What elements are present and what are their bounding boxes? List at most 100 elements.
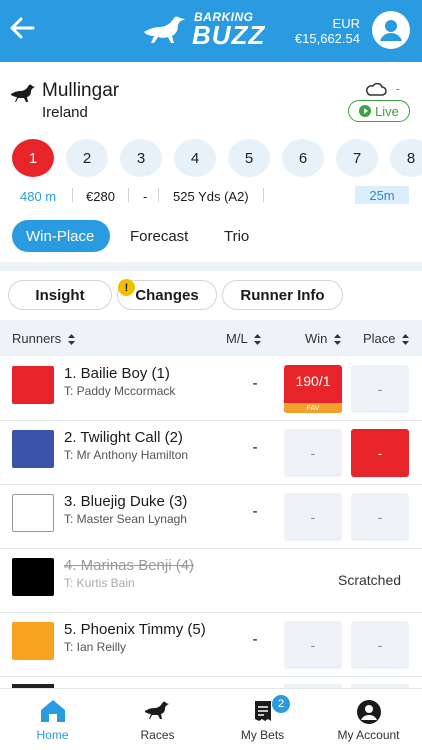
runner-trainer: T: Master Sean Lynagh: [64, 512, 187, 526]
win-odds-button[interactable]: 190/1 FAV: [284, 365, 342, 413]
win-odds-button[interactable]: -: [284, 429, 342, 477]
nav-my-bets-label: My Bets: [240, 728, 285, 742]
track-country: Ireland: [42, 104, 88, 121]
play-icon: [359, 105, 372, 117]
bet-slip-icon: [254, 701, 271, 721]
runner-info-button[interactable]: Runner Info: [222, 280, 343, 310]
header-win[interactable]: Win: [305, 331, 342, 346]
trap-color-swatch: [12, 494, 54, 532]
nav-my-account[interactable]: My Account: [315, 689, 422, 750]
place-odds-button[interactable]: -: [351, 493, 409, 541]
nav-my-bets[interactable]: 2 My Bets: [210, 689, 315, 750]
nav-races[interactable]: Races: [105, 689, 210, 750]
tab-forecast[interactable]: Forecast: [130, 220, 188, 252]
tab-trio[interactable]: Trio: [224, 220, 249, 252]
nav-my-account-label: My Account: [337, 728, 400, 742]
sort-icon: [67, 334, 75, 346]
app-header: BARKING BUZZ EUR €15,662.54: [0, 0, 422, 62]
weather-text: -: [395, 81, 400, 96]
header-runners-label: Runners: [12, 331, 62, 346]
race-yards-grade: 525 Yds (A2): [173, 189, 249, 204]
race-button-4[interactable]: 4: [174, 139, 216, 177]
race-button-6[interactable]: 6: [282, 139, 324, 177]
win-odds-button[interactable]: -: [284, 621, 342, 669]
balance-amount: €15,662.54: [294, 31, 360, 46]
greyhound-icon: [144, 701, 169, 719]
race-info-bar: 480 m €280 - 525 Yds (A2) 25m: [0, 186, 422, 204]
runner-trainer: T: Ian Reilly: [64, 640, 127, 654]
place-odds-button[interactable]: -: [351, 365, 409, 413]
trap-color-swatch: [12, 366, 54, 404]
alert-icon: !: [118, 279, 135, 296]
header-place-label: Place: [363, 331, 396, 346]
runner-ml: -: [252, 375, 258, 392]
runner-trainer: T: Mr Anthony Hamilton: [64, 448, 189, 462]
favourite-tag: FAV: [284, 403, 342, 413]
trap-color-swatch: [12, 430, 54, 468]
runner-row: 5. Phoenix Timmy (5) T: Ian Reilly - - -: [0, 613, 422, 677]
sort-icon: [334, 334, 342, 346]
runner-row: 1. Bailie Boy (1) T: Paddy Mccormack - 1…: [0, 357, 422, 421]
header-ml[interactable]: M/L: [226, 331, 261, 346]
account-avatar-icon[interactable]: [372, 11, 410, 49]
runner-name: 1. Bailie Boy (1): [64, 365, 170, 382]
sort-icon: [253, 334, 261, 346]
runners-table-header: Runners M/L Win Place: [0, 320, 422, 356]
cloud-icon: [366, 82, 387, 96]
sort-icon: [402, 334, 410, 346]
back-arrow-icon[interactable]: [6, 12, 38, 44]
greyhound-icon: [11, 84, 35, 102]
brand-logo: BARKING BUZZ: [142, 6, 264, 52]
race-dash: -: [143, 189, 148, 204]
runner-ml: -: [252, 631, 258, 648]
runner-ml: -: [252, 503, 258, 520]
race-button-8[interactable]: 8: [390, 139, 422, 177]
race-selector: 1 2 3 4 5 6 7 8: [12, 139, 422, 179]
place-odds-button[interactable]: -: [351, 621, 409, 669]
currency-code: EUR: [332, 16, 360, 31]
nav-home[interactable]: Home: [0, 689, 105, 750]
runner-name: 3. Bluejig Duke (3): [64, 493, 188, 510]
runner-row-scratched: 4. Marinas Benji (4) T: Kurtis Bain Scra…: [0, 549, 422, 613]
live-badge[interactable]: Live: [348, 100, 410, 122]
greyhound-logo-icon: [144, 16, 185, 43]
race-button-5[interactable]: 5: [228, 139, 270, 177]
bets-count-badge: 2: [272, 695, 290, 713]
home-icon: [40, 700, 65, 722]
account-icon: [356, 700, 381, 724]
header-ml-label: M/L: [226, 331, 248, 346]
win-odds-button[interactable]: -: [284, 493, 342, 541]
runner-ml: -: [252, 439, 258, 456]
brand-name-bottom: BUZZ: [192, 20, 266, 50]
race-distance: 480 m: [20, 189, 57, 204]
race-countdown: 25m: [355, 186, 409, 204]
runner-row: 3. Bluejig Duke (3) T: Master Sean Lynag…: [0, 485, 422, 549]
scratched-status: Scratched: [338, 572, 402, 588]
race-button-2[interactable]: 2: [66, 139, 108, 177]
place-odds-button[interactable]: -: [351, 429, 409, 477]
race-button-3[interactable]: 3: [120, 139, 162, 177]
header-runners[interactable]: Runners: [12, 331, 75, 346]
win-odds-value: 190/1: [295, 373, 331, 389]
section-divider: [0, 262, 422, 271]
divider: [263, 188, 264, 202]
race-button-7[interactable]: 7: [336, 139, 378, 177]
header-win-label: Win: [305, 331, 328, 346]
race-prize: €280: [86, 189, 115, 204]
divider: [72, 188, 73, 202]
tab-win-place[interactable]: Win-Place: [12, 220, 110, 252]
header-place[interactable]: Place: [363, 331, 410, 346]
runner-trainer: T: Kurtis Bain: [64, 576, 135, 590]
runner-name: 4. Marinas Benji (4): [64, 557, 195, 574]
divider: [158, 188, 159, 202]
race-button-1[interactable]: 1: [12, 139, 54, 177]
runner-trainer: T: Paddy Mccormack: [64, 384, 176, 398]
runner-name: 5. Phoenix Timmy (5): [64, 621, 206, 638]
weather-indicator: -: [365, 80, 400, 98]
nav-home-label: Home: [36, 728, 69, 742]
track-name: Mullingar: [42, 80, 120, 101]
nav-races-label: Races: [140, 728, 175, 742]
insight-button[interactable]: Insight: [8, 280, 112, 310]
bottom-navigation: Home Races 2 My Bets My Account: [0, 688, 422, 750]
trap-color-swatch: [12, 622, 54, 660]
